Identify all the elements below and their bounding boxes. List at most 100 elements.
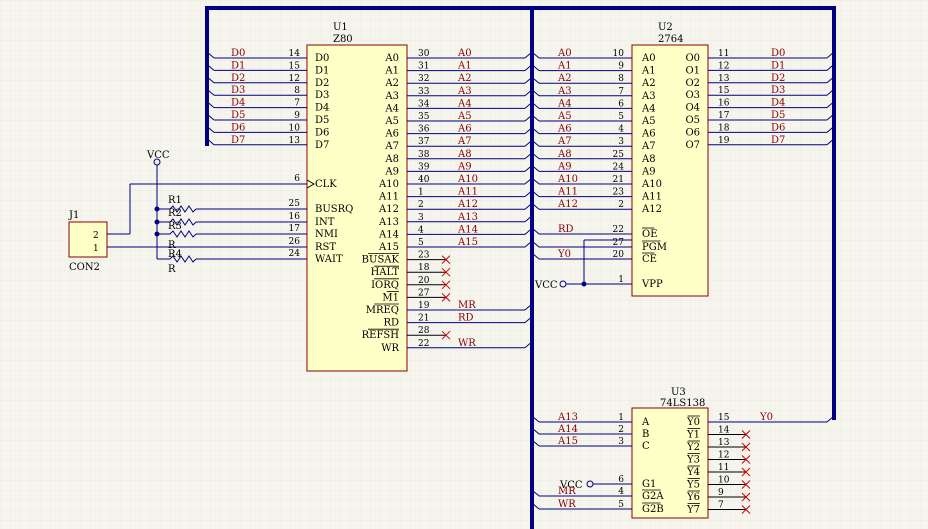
net-label: D6 [771,122,785,133]
net-label: A0 [457,48,472,59]
net-label: A4 [557,98,572,109]
net-label: D4 [771,98,785,109]
u1-pin-name: D1 [315,65,329,76]
net-label: A12 [557,199,578,210]
u1-pin-name: M1 [382,292,399,303]
u2-pin-name: PGM [642,242,667,253]
u1-pin-number: 13 [289,136,301,146]
u1-pin-name: D5 [315,115,329,126]
net-label: A1 [457,61,472,72]
u3-pin-name: G2A [642,491,664,502]
u1-pin-name: REFSH [362,330,400,341]
u1-pin-number: 25 [289,199,301,209]
u1-pin-name: MREQ [366,305,399,316]
u1-pin-name: WAIT [315,254,343,265]
u1-pin-number: 9 [294,111,300,121]
u3-pin-name: Y5 [686,480,700,491]
u1-pin-name: A4 [384,103,399,114]
net-label: WR [458,338,476,349]
u1-pin-number: 16 [289,212,301,222]
u1-pin-name: A10 [378,179,399,190]
net-label: A7 [457,136,472,147]
u2-pin-name: A12 [641,204,662,215]
net-label: A10 [457,174,478,185]
u3-pin-name: Y1 [686,430,700,441]
u2-pin-name: O4 [685,103,700,114]
net-label: D3 [231,85,245,96]
u3-pin-name: Y4 [686,467,700,478]
u1-pin-number: 12 [289,74,300,84]
u1-pin-name: INT [315,217,335,228]
net-label: WR [558,499,576,510]
u1-pin-name: CLK [315,179,337,190]
net-label: A13 [457,212,478,223]
net-label: D1 [771,60,785,71]
net-label: A6 [557,124,572,135]
net-label: A14 [557,424,578,435]
u1-pin-number: 15 [289,61,301,71]
u3-pin-name: Y3 [686,455,700,466]
u2-ref: U2 [658,22,673,33]
u3-pin-name: Y2 [686,442,700,453]
net-label: D2 [771,73,785,84]
u3-pin-name: Y0 [686,417,700,428]
r4-value: R [168,264,176,275]
net-label: D1 [231,60,245,71]
net-label: Y0 [557,249,571,260]
u1-pin-name: A6 [384,129,399,140]
u1-ref: U1 [333,22,348,33]
u2-pin-name: A0 [641,53,656,64]
net-label: MR [458,300,476,311]
u1-pin-name: A9 [384,166,399,177]
u1-pin-number: 14 [289,49,301,59]
u1-pin-name: D4 [315,103,329,114]
u2-pin-name: A11 [641,192,662,203]
schematic-canvas: U1 Z80 U2 2764 U3 74LS138 J1 CON2 2 1 VC… [0,0,928,529]
u1-pin-name: A8 [384,154,399,165]
u1-pin-name: D3 [315,90,329,101]
u1-pin-name: A14 [378,229,399,240]
u1-pin-name: RST [315,242,336,253]
net-label: A3 [557,86,572,97]
r2-ref: R2 [168,208,182,219]
u2-pin-name: CE [642,254,657,265]
net-label: D6 [231,122,245,133]
net-label: A1 [557,61,572,72]
u2-pin-name: OE [642,229,658,240]
u1-pin-name: A3 [384,91,399,102]
j1-body[interactable] [68,221,108,258]
net-label: A8 [457,149,472,160]
net-label: A2 [457,73,472,84]
u1-pin-name: D7 [315,140,329,151]
u3-pin-name: B [642,429,649,440]
u3-pin-name: C [642,441,650,452]
u2-pin-name: O6 [685,127,700,138]
net-label: MR [558,486,576,497]
net-label: A11 [457,187,478,198]
net-label: RD [558,224,574,235]
u1-pin-name: IORQ [371,280,399,291]
u2-pin-name: A5 [641,116,656,127]
net-label: A11 [557,187,578,198]
net-label: A15 [557,436,578,447]
u1-part: Z80 [333,34,353,45]
u1-pin-name: A15 [378,242,399,253]
u1-pin-name: A7 [384,141,399,152]
u3-pin-name: Y7 [686,505,700,516]
u1-pin-number: 6 [294,174,300,184]
u1-pin-name: D2 [315,78,329,89]
u2-pin-name: A9 [641,166,656,177]
net-label: D3 [771,85,785,96]
u1-pin-number: 26 [289,237,301,247]
net-label: D5 [231,110,245,121]
u2-pin-name: VPP [641,279,663,290]
vcc-label-u2: VCC [534,280,558,291]
u2-pin-name: A7 [641,141,656,152]
u2-pin-name: O2 [685,78,700,89]
u2-pin-name: O0 [685,53,700,64]
u1-pin-name: A12 [378,204,399,215]
net-label: A9 [557,161,572,172]
r1-ref: R1 [168,195,182,206]
u2-pin-name: O1 [685,65,700,76]
u3-part: 74LS138 [660,398,705,409]
